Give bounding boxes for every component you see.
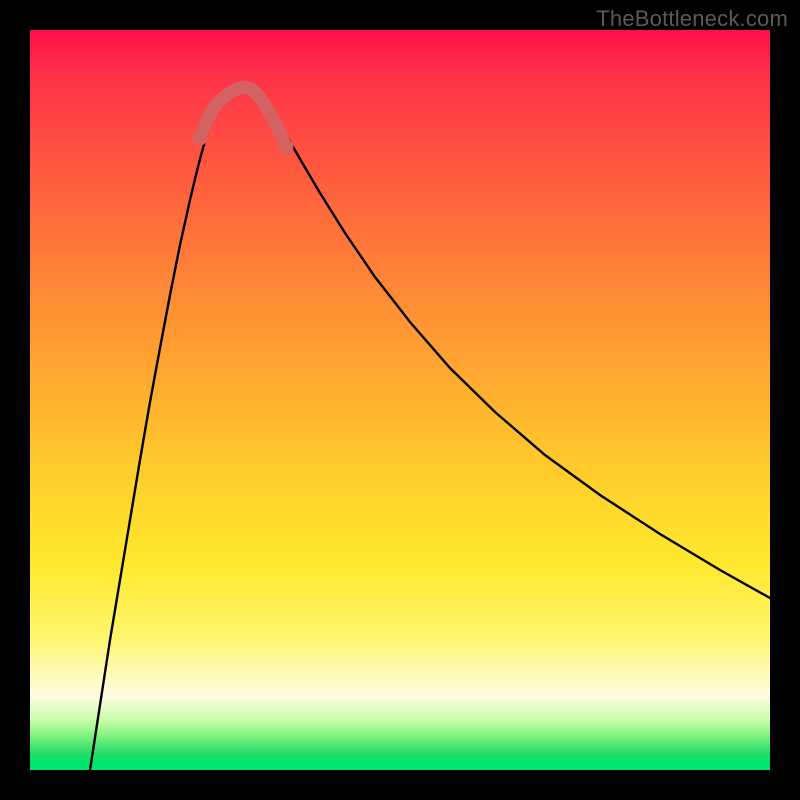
left-curve [90, 98, 223, 770]
chart-svg [30, 30, 770, 770]
u-endpoint-dot [279, 140, 294, 155]
bottom-u-marker [200, 87, 286, 147]
watermark-text: TheBottleneck.com [596, 6, 788, 32]
chart-gradient-area [30, 30, 770, 770]
u-endpoint-dot [193, 131, 208, 146]
right-curve [262, 98, 770, 598]
